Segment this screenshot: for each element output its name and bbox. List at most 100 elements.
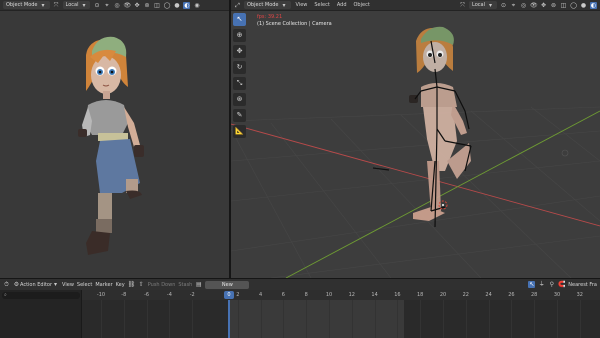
mode-dropdown[interactable]: Object Mode ▾ (3, 1, 50, 9)
ruler-tick-label: -6 (144, 292, 150, 298)
action-browse-icon[interactable]: ▤ (195, 281, 202, 288)
orientation-dropdown[interactable]: Local ▾ (469, 1, 497, 9)
ruler-tick-label: 4 (259, 292, 263, 298)
pivot-icon[interactable]: ⊙ (500, 2, 507, 9)
collection-label: (1) Scene Collection | Camera (257, 21, 332, 27)
ruler-tick-line (101, 300, 102, 338)
mode-dropdown[interactable]: Object Mode ▾ (244, 1, 291, 9)
stash-button[interactable]: Stash (178, 282, 192, 288)
chevron-down-icon: ▾ (41, 1, 45, 9)
gizmo-icon[interactable]: ✥ (133, 2, 140, 9)
left-character-render (78, 36, 144, 255)
snap-icon[interactable]: ⌖ (510, 2, 517, 9)
select-box-icon[interactable]: ↖ (233, 13, 246, 26)
menu-view[interactable]: View (62, 282, 74, 288)
left-viewport-header: Object Mode ▾ ⤧ Local ▾ ⊙ ⌖ ◎ 👁 ✥ ⊚ ◫ ◯ ● … (0, 0, 229, 11)
x-axis-line (231, 123, 600, 227)
ruler-tick-line (557, 300, 558, 338)
shading-rendered-icon[interactable]: ◉ (193, 2, 200, 9)
ruler-tick-label: 22 (462, 292, 469, 298)
ruler-tick-line (306, 300, 308, 338)
shading-solid-icon[interactable]: ● (580, 2, 587, 9)
link-icon[interactable]: ⛓ (128, 281, 136, 288)
rotate-icon[interactable]: ↻ (233, 61, 246, 74)
ruler-tick-line (420, 300, 422, 338)
ruler-tick-line (169, 300, 171, 338)
orientation-dropdown[interactable]: Local ▾ (62, 1, 91, 9)
new-action-button[interactable]: New (205, 280, 250, 289)
push-down-button[interactable]: Push Down (148, 282, 176, 288)
search-input[interactable]: ⌕ (2, 292, 80, 299)
ruler-tick-label: -4 (166, 292, 172, 298)
proportional-edit-icon[interactable]: ◎ (520, 2, 527, 9)
menu-add[interactable]: Add (335, 2, 349, 8)
frame-ruler[interactable] (82, 290, 600, 300)
overlay-icon[interactable]: ⊚ (143, 2, 150, 9)
chevron-down-icon: ▾ (282, 1, 286, 9)
ruler-tick-line (443, 300, 444, 338)
ruler-tick-label: -8 (121, 292, 127, 298)
cursor-icon[interactable]: ⊕ (233, 29, 246, 42)
ruler-tick-label: 12 (348, 292, 355, 298)
scale-icon[interactable]: ⤡ (233, 77, 246, 90)
chevron-down-icon: ▾ (488, 1, 492, 9)
ruler-tick-label: 14 (371, 292, 378, 298)
orientation-icon[interactable]: ⤧ (53, 2, 60, 9)
chevron-down-icon: ▾ (54, 281, 58, 288)
ruler-tick-label: 2 (236, 292, 240, 298)
right-3d-viewport[interactable] (231, 11, 600, 278)
ruler-tick-label: 6 (281, 292, 285, 298)
ruler-tick-line (488, 300, 490, 338)
ruler-tick-line (511, 300, 513, 338)
measure-icon[interactable]: 📐 (233, 125, 246, 138)
interpolation-dropdown[interactable]: Nearest Fra (568, 282, 597, 288)
shading-wire-icon[interactable]: ◯ (570, 2, 577, 9)
only-selected-icon[interactable]: ↖ (528, 281, 536, 288)
ruler-tick-line (351, 300, 353, 338)
chevron-down-icon: ▾ (82, 1, 86, 9)
editor-mode-dropdown[interactable]: ⚙Action Editor ▾ (13, 281, 59, 288)
ruler-tick-line (237, 300, 239, 338)
editor-type-icon[interactable]: ⏱ (3, 281, 10, 288)
gizmo-icon[interactable]: ✥ (540, 2, 547, 9)
left-3d-viewport[interactable] (0, 11, 229, 278)
ruler-tick-line (123, 300, 125, 338)
shading-wire-icon[interactable]: ◯ (163, 2, 171, 9)
ruler-tick-line (579, 300, 581, 338)
xray-icon[interactable]: ◫ (560, 2, 567, 9)
shading-solid-icon[interactable]: ● (173, 2, 180, 9)
menu-object[interactable]: Object (352, 2, 372, 8)
shading-material-icon[interactable]: ◐ (590, 1, 597, 9)
snap-icon[interactable]: 🧲 (558, 281, 565, 288)
right-viewport-header: ⤢ Object Mode ▾ View Select Add Object ⤧ … (231, 0, 600, 11)
ruler-tick-label: 20 (439, 292, 447, 298)
menu-key[interactable]: Key (116, 282, 125, 288)
pivot-icon[interactable]: ⊙ (93, 2, 100, 9)
ruler-tick-line (192, 300, 194, 338)
menu-view[interactable]: View (294, 2, 310, 8)
ruler-tick-label: 18 (417, 292, 424, 298)
overlay-icon[interactable]: ⊚ (550, 2, 557, 9)
proportional-edit-icon[interactable]: ◎ (113, 2, 120, 9)
visibility-icon[interactable]: 👁 (530, 2, 538, 9)
transform-icon[interactable]: ⊛ (233, 93, 246, 106)
visibility-icon[interactable]: 👁 (123, 2, 131, 9)
playhead[interactable] (228, 300, 230, 338)
editor-type-icon[interactable]: ⤢ (234, 2, 241, 9)
ruler-tick-line (534, 300, 536, 338)
orientation-icon[interactable]: ⤧ (459, 2, 466, 9)
snap-icon[interactable]: ⌖ (103, 2, 110, 9)
filter-icon[interactable]: ⏚ (538, 281, 545, 288)
ruler-tick-line (260, 300, 262, 338)
move-icon[interactable]: ✥ (233, 45, 246, 58)
ruler-tick-label: 30 (553, 292, 561, 298)
menu-marker[interactable]: Marker (95, 282, 112, 288)
menu-select[interactable]: Select (77, 282, 92, 288)
annotate-icon[interactable]: ✎ (233, 109, 246, 122)
xray-icon[interactable]: ◫ (153, 2, 160, 9)
shading-material-icon[interactable]: ◐ (183, 1, 191, 9)
ghost-icon[interactable]: ⚲ (548, 281, 555, 288)
menu-select[interactable]: Select (312, 2, 331, 8)
action-editor-header: ⏱ ⚙Action Editor ▾ View Select Marker Key… (0, 278, 600, 290)
arrow-up-icon[interactable]: ⇧ (138, 281, 145, 288)
